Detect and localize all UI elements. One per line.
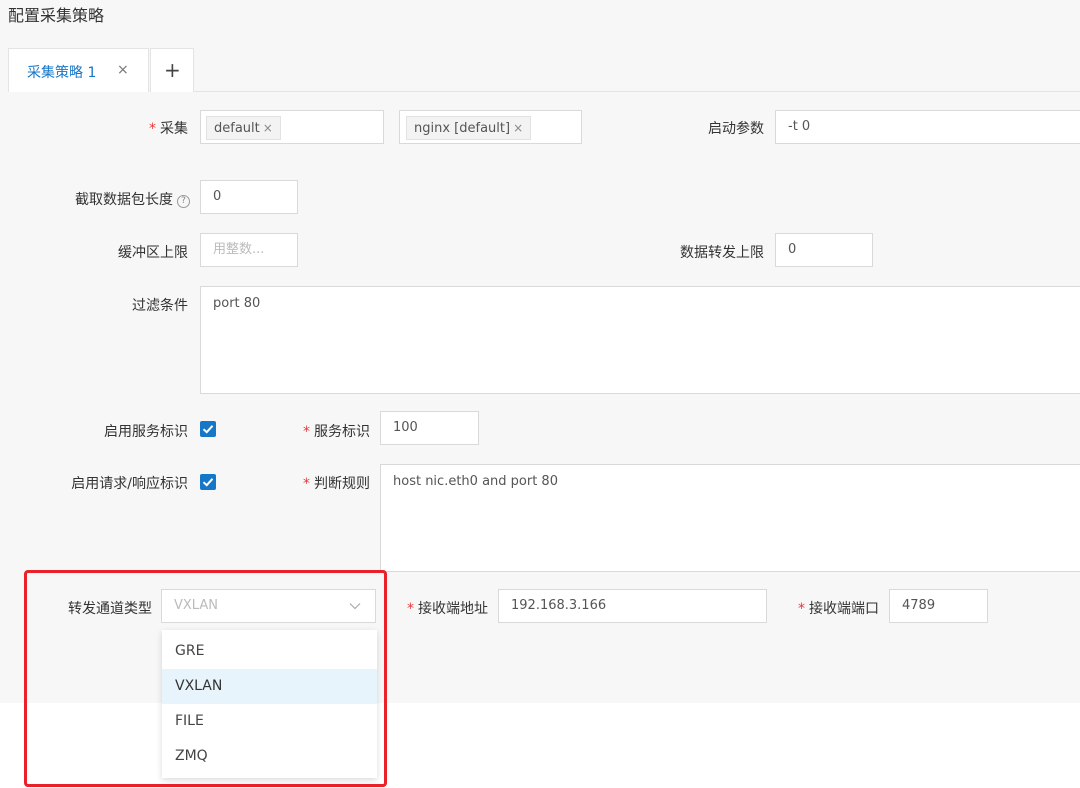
reqresp-flag-label: 启用请求/响应标识 — [71, 476, 188, 492]
plus-icon: + — [164, 58, 181, 82]
reqresp-flag-checkbox[interactable] — [200, 474, 216, 490]
snaplen-label: 截取数据包长度? — [20, 189, 190, 209]
add-tab-button[interactable]: + — [150, 48, 194, 92]
snaplen-input[interactable]: 0 — [200, 180, 298, 214]
forward-limit-label: 数据转发上限 — [680, 245, 764, 261]
tag-nginx-default: nginx [default] × — [406, 116, 532, 140]
tab-label: 采集策略 1 — [27, 65, 97, 81]
rule-label: * 判断规则 — [303, 476, 370, 492]
buffer-input[interactable]: 用整数... — [200, 233, 298, 267]
start-params-label: 启动参数 — [708, 121, 764, 137]
tag-remove-icon[interactable]: × — [513, 121, 523, 135]
filter-label: 过滤条件 — [132, 298, 188, 314]
tag-remove-icon[interactable]: × — [263, 121, 273, 135]
start-params-input[interactable]: -t 0 — [775, 110, 1080, 144]
rule-textarea[interactable]: host nic.eth0 and port 80 — [380, 464, 1080, 572]
service-id-input[interactable]: 100 — [380, 411, 479, 445]
service-flag-checkbox[interactable] — [200, 421, 216, 437]
close-icon[interactable]: × — [117, 62, 129, 78]
check-icon — [202, 425, 214, 434]
recv-addr-input[interactable]: 192.168.3.166 — [498, 589, 767, 623]
tab-collect-policy-1[interactable]: 采集策略 1 × — [8, 48, 149, 92]
tag-default: default × — [206, 116, 281, 140]
recv-port-input[interactable]: 4789 — [889, 589, 988, 623]
buffer-label: 缓冲区上限 — [118, 245, 188, 261]
collect-select-a[interactable]: default × — [200, 110, 384, 144]
forward-limit-input[interactable]: 0 — [775, 233, 873, 267]
page-title: 配置采集策略 — [8, 6, 105, 25]
collect-select-b[interactable]: nginx [default] × — [399, 110, 582, 144]
service-flag-label: 启用服务标识 — [104, 424, 188, 440]
collect-label: * 采集 — [149, 121, 188, 137]
check-icon — [202, 478, 214, 487]
highlight-box — [24, 570, 387, 787]
recv-port-label: * 接收端端口 — [798, 601, 879, 617]
service-id-label: * 服务标识 — [303, 424, 370, 440]
recv-addr-label: * 接收端地址 — [407, 601, 488, 617]
filter-textarea[interactable]: port 80 — [200, 286, 1080, 394]
help-icon[interactable]: ? — [177, 195, 190, 208]
